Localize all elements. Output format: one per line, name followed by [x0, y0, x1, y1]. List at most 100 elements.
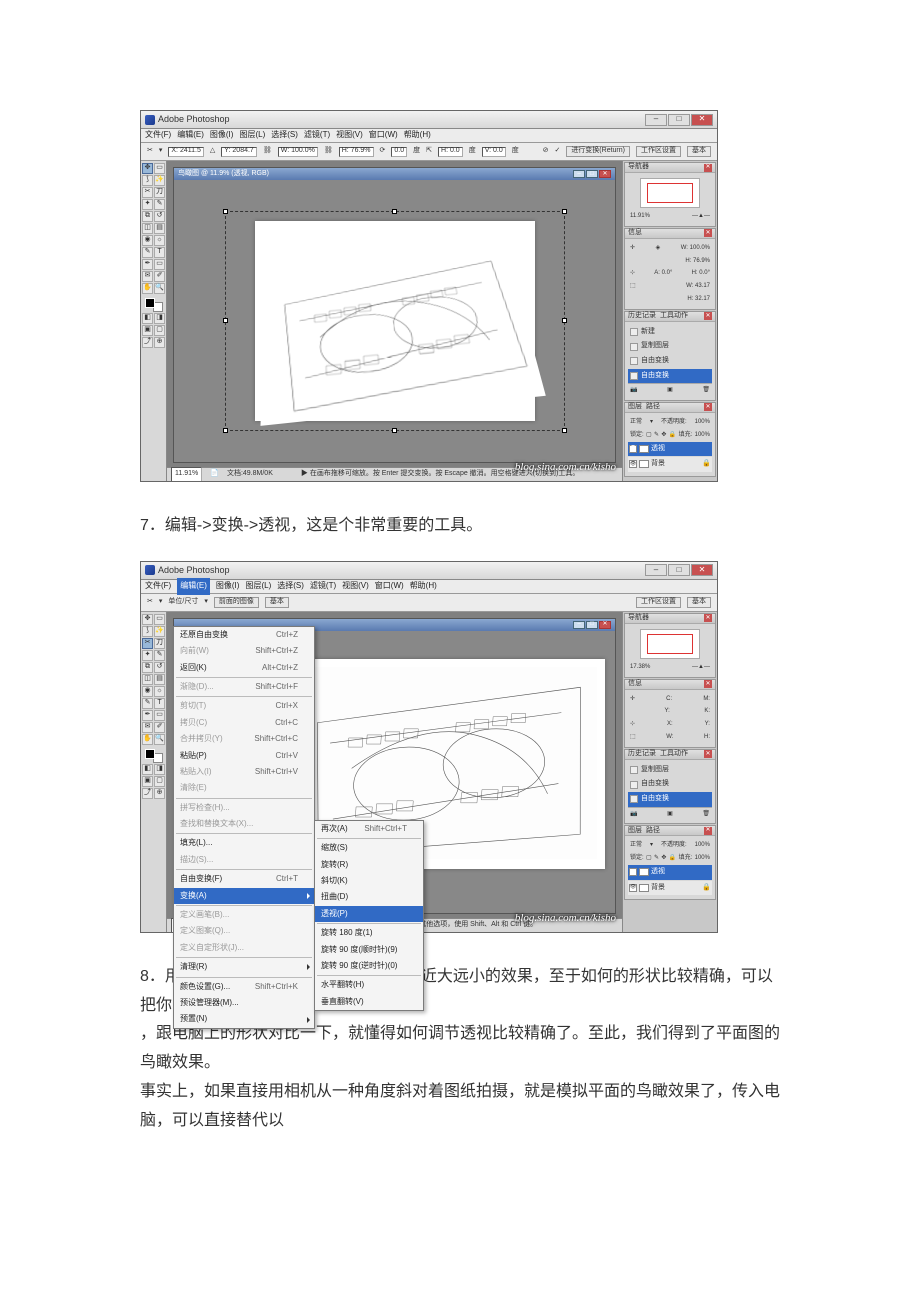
- fill-value[interactable]: 100%: [695, 853, 710, 864]
- close-button[interactable]: ✕: [691, 564, 713, 576]
- menu-item[interactable]: 清理(R): [174, 959, 314, 975]
- menu-item[interactable]: 缩放(S): [315, 840, 423, 856]
- eraser-tool-icon[interactable]: ◫: [142, 223, 153, 234]
- new-snapshot-icon[interactable]: 📷: [630, 385, 637, 396]
- menu-item[interactable]: 预设管理器(M)...: [174, 995, 314, 1011]
- brush-tool-icon[interactable]: ✎: [154, 199, 165, 210]
- opacity-value[interactable]: 100%: [695, 840, 710, 851]
- panel-close-icon[interactable]: ✕: [704, 750, 712, 758]
- jump-icon[interactable]: ⤴: [142, 788, 153, 799]
- lock-pixels-icon[interactable]: ✎: [654, 853, 659, 864]
- dodge-tool-icon[interactable]: ☼: [154, 235, 165, 246]
- menu-select[interactable]: 选择(S): [277, 579, 304, 593]
- pen-tool-icon[interactable]: ✒: [142, 259, 153, 270]
- layers-tab[interactable]: 图层: [628, 401, 642, 414]
- minimize-button[interactable]: –: [645, 114, 667, 126]
- doc-max-button[interactable]: □: [586, 621, 598, 629]
- hist-tool-tab[interactable]: 工具动作: [660, 310, 688, 323]
- path-tool-icon[interactable]: ✎: [142, 698, 153, 709]
- front-image-button[interactable]: 前面的图像: [214, 597, 259, 608]
- menu-item[interactable]: 再次(A)Shift+Ctrl+T: [315, 821, 423, 837]
- menu-select[interactable]: 选择(S): [271, 128, 298, 142]
- lock-all-icon[interactable]: 🔒: [669, 430, 676, 441]
- info-tab[interactable]: 信息: [628, 227, 642, 240]
- menu-item[interactable]: 旋转(R): [315, 857, 423, 873]
- menu-item[interactable]: 斜切(K): [315, 873, 423, 889]
- gradient-tool-icon[interactable]: ▤: [154, 223, 165, 234]
- layer-item[interactable]: 👁透视: [628, 865, 712, 880]
- panel-close-icon[interactable]: ✕: [704, 164, 712, 172]
- lasso-tool-icon[interactable]: ⟆: [142, 175, 153, 186]
- visibility-icon[interactable]: 👁: [629, 884, 637, 892]
- menu-window[interactable]: 窗口(W): [375, 579, 404, 593]
- lasso-tool-icon[interactable]: ⟆: [142, 626, 153, 637]
- quick-mask-icon[interactable]: ◨: [154, 764, 165, 775]
- maximize-button[interactable]: □: [668, 564, 690, 576]
- stamp-tool-icon[interactable]: ⧉: [142, 662, 153, 673]
- nav-slider[interactable]: —▲—: [692, 662, 710, 673]
- handle-bottom-right[interactable]: [562, 428, 567, 433]
- panel-close-icon[interactable]: ✕: [704, 312, 712, 320]
- menu-help[interactable]: 帮助(H): [410, 579, 437, 593]
- brush-tool-icon[interactable]: ✎: [154, 650, 165, 661]
- crop-tool-icon[interactable]: ✂: [142, 187, 153, 198]
- mask-mode-icon[interactable]: ◧: [142, 313, 153, 324]
- mask-mode-icon[interactable]: ◧: [142, 764, 153, 775]
- color-swatch[interactable]: [145, 749, 163, 763]
- menu-item[interactable]: 颜色设置(G)...Shift+Ctrl+K: [174, 979, 314, 995]
- opt-x[interactable]: X: 2411.5: [168, 147, 203, 157]
- handle-top-right[interactable]: [562, 209, 567, 214]
- menu-item[interactable]: 旋转 180 度(1): [315, 925, 423, 941]
- lock-transparency-icon[interactable]: ▢: [646, 430, 652, 441]
- lock-position-icon[interactable]: ✥: [661, 853, 666, 864]
- hand-tool-icon[interactable]: ✋: [142, 283, 153, 294]
- menu-file[interactable]: 文件(F): [145, 128, 171, 142]
- history-step[interactable]: 自由变换: [628, 777, 712, 792]
- clear-button[interactable]: 基本: [265, 597, 289, 608]
- history-brush-icon[interactable]: ↺: [154, 211, 165, 222]
- web-icon[interactable]: ⊕: [154, 788, 165, 799]
- menu-item[interactable]: 预置(N): [174, 1011, 314, 1027]
- blend-mode[interactable]: 正常: [630, 417, 642, 428]
- new-state-icon[interactable]: ▣: [667, 385, 673, 396]
- navigator-thumbnail[interactable]: [640, 629, 700, 659]
- menu-edit[interactable]: 编辑(E): [177, 578, 210, 594]
- close-button[interactable]: ✕: [691, 114, 713, 126]
- screen-mode-2-icon[interactable]: ▢: [154, 776, 165, 787]
- panel-close-icon[interactable]: ✕: [704, 229, 712, 237]
- workspace-basic[interactable]: 基本: [687, 146, 711, 157]
- lock-transparency-icon[interactable]: ▢: [646, 853, 652, 864]
- zoom-tool-icon[interactable]: 🔍: [154, 734, 165, 745]
- hist-tool-tab[interactable]: 工具动作: [660, 748, 688, 761]
- menu-item[interactable]: 还原自由变换Ctrl+Z: [174, 627, 314, 643]
- color-swatch[interactable]: [145, 298, 163, 312]
- menu-filter[interactable]: 滤镜(T): [304, 128, 330, 142]
- history-step[interactable]: 自由变换: [628, 792, 712, 807]
- doc-min-button[interactable]: –: [573, 621, 585, 629]
- menu-window[interactable]: 窗口(W): [369, 128, 398, 142]
- paths-tab[interactable]: 路径: [646, 401, 660, 414]
- minimize-button[interactable]: –: [645, 564, 667, 576]
- marquee-tool-icon[interactable]: ▭: [154, 614, 165, 625]
- menu-item[interactable]: 自由变换(F)Ctrl+T: [174, 871, 314, 887]
- eyedropper-tool-icon[interactable]: ✐: [154, 722, 165, 733]
- menu-item[interactable]: 填充(L)...: [174, 835, 314, 851]
- menu-image[interactable]: 图像(I): [210, 128, 234, 142]
- zoom-field[interactable]: 11.91%: [171, 467, 202, 481]
- zoom-tool-icon[interactable]: 🔍: [154, 283, 165, 294]
- panel-close-icon[interactable]: ✕: [704, 827, 712, 835]
- transform-bounding-box[interactable]: [225, 211, 565, 431]
- link2-icon[interactable]: ⛓: [324, 145, 333, 158]
- path-tool-icon[interactable]: ✎: [142, 247, 153, 258]
- web-icon[interactable]: ⊕: [154, 337, 165, 348]
- workspace-tab[interactable]: 工作区设置: [636, 597, 681, 608]
- eyedropper-tool-icon[interactable]: ✐: [154, 271, 165, 282]
- panel-close-icon[interactable]: ✕: [704, 403, 712, 411]
- doc-min-button[interactable]: –: [573, 170, 585, 178]
- menu-view[interactable]: 视图(V): [336, 128, 363, 142]
- lock-position-icon[interactable]: ✥: [661, 430, 666, 441]
- doc-close-button[interactable]: ✕: [599, 621, 611, 629]
- blur-tool-icon[interactable]: ◉: [142, 235, 153, 246]
- document-canvas[interactable]: [174, 180, 615, 462]
- menu-item[interactable]: 粘贴(P)Ctrl+V: [174, 748, 314, 764]
